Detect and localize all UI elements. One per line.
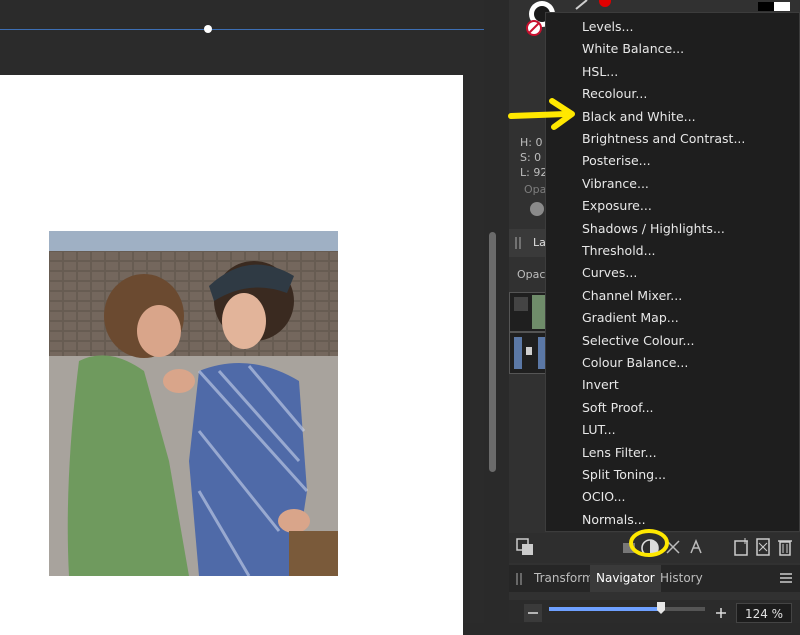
menu-item-split-toning[interactable]: Split Toning... [582, 465, 666, 485]
menu-item-exposure[interactable]: Exposure... [582, 196, 652, 216]
zoom-out-button[interactable] [524, 604, 542, 622]
panel-grip-icon[interactable] [514, 237, 522, 249]
eyedropper-icon[interactable] [575, 0, 589, 10]
menu-item-white-balance[interactable]: White Balance... [582, 39, 684, 59]
layers-opacity-label: Opaci [517, 268, 549, 281]
adjustments-menu: Levels... White Balance... HSL... Recolour.… [545, 12, 800, 532]
tab-transform[interactable]: Transform [534, 565, 594, 592]
menu-item-normals[interactable]: Normals... [582, 510, 646, 530]
annotation-arrow-icon [508, 96, 580, 134]
menu-item-channel-mixer[interactable]: Channel Mixer... [582, 286, 682, 306]
arrange-icon[interactable] [516, 538, 534, 556]
zoom-slider-fill [549, 607, 662, 611]
menu-item-posterise[interactable]: Posterise... [582, 151, 651, 171]
panel-grip-icon[interactable] [515, 573, 523, 585]
guide-handle[interactable] [204, 25, 212, 33]
menu-item-shadows-highlights[interactable]: Shadows / Highlights... [582, 219, 725, 239]
tab-history[interactable]: History [660, 565, 703, 592]
menu-item-lut[interactable]: LUT... [582, 420, 616, 440]
canvas-area[interactable] [0, 0, 496, 635]
fx-icon[interactable] [688, 539, 704, 555]
menu-item-soft-proof[interactable]: Soft Proof... [582, 398, 654, 418]
color-swatch-black-white[interactable] [758, 2, 790, 11]
zoom-slider[interactable] [549, 607, 705, 611]
menu-item-threshold[interactable]: Threshold... [582, 241, 656, 261]
trash-icon[interactable] [778, 538, 792, 556]
group-layer-icon[interactable] [756, 538, 770, 556]
color-s-value: S: 0 [520, 151, 542, 164]
menu-item-selective-colour[interactable]: Selective Colour... [582, 331, 694, 351]
menu-item-invert[interactable]: Invert [582, 375, 619, 395]
add-layer-icon[interactable] [734, 538, 750, 556]
color-h-value: H: 0 [520, 136, 543, 149]
menu-item-hsl[interactable]: HSL... [582, 62, 618, 82]
menu-item-curves[interactable]: Curves... [582, 263, 637, 283]
menu-item-vibrance[interactable]: Vibrance... [582, 174, 649, 194]
layers-tab-label[interactable]: La [533, 236, 546, 249]
menu-item-brightness-and-contrast[interactable]: Brightness and Contrast... [582, 129, 745, 149]
opacity-slider-knob[interactable] [529, 201, 545, 217]
layer-thumbnail-adjustment[interactable] [509, 332, 547, 374]
menu-item-lens-filter[interactable]: Lens Filter... [582, 443, 657, 463]
vertical-scrollbar[interactable] [489, 232, 496, 472]
color-l-value: L: 92 [520, 166, 548, 179]
color-opacity-label: Opa [524, 183, 547, 196]
zoom-value-field[interactable]: 124 % [736, 603, 792, 623]
menu-item-gradient-map[interactable]: Gradient Map... [582, 308, 679, 328]
menu-item-levels[interactable]: Levels... [582, 17, 633, 37]
current-color-dot[interactable] [598, 0, 612, 8]
annotation-circle-icon [628, 528, 670, 558]
menu-item-colour-balance[interactable]: Colour Balance... [582, 353, 688, 373]
menu-item-ocio[interactable]: OCIO... [582, 487, 626, 507]
tab-navigator[interactable]: Navigator [590, 565, 661, 592]
panel-menu-icon[interactable] [780, 572, 792, 584]
layer-thumbnail-photo[interactable] [509, 292, 547, 332]
guide-line[interactable] [0, 29, 484, 30]
document-photo[interactable] [49, 231, 338, 576]
menu-item-recolour[interactable]: Recolour... [582, 84, 647, 104]
zoom-slider-knob[interactable] [657, 602, 666, 614]
menu-item-black-and-white[interactable]: Black and White... [582, 107, 696, 127]
zoom-in-button[interactable] [712, 604, 730, 622]
